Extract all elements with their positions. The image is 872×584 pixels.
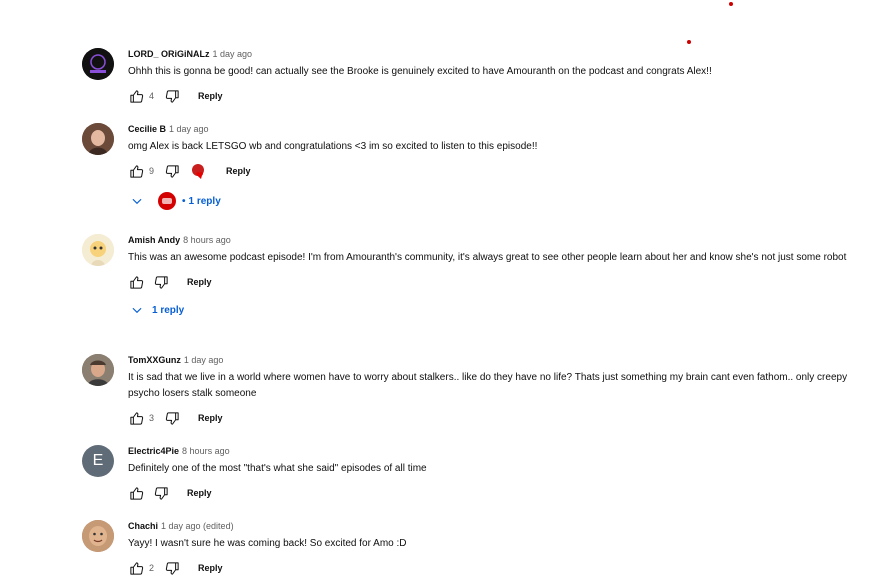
like-icon[interactable] — [128, 410, 144, 426]
like-count: 3 — [149, 413, 155, 423]
view-replies-button[interactable]: • 1 reply — [130, 191, 862, 211]
reply-author-avatar — [158, 192, 176, 210]
chevron-down-icon — [132, 307, 142, 314]
reply-button[interactable]: Reply — [198, 563, 223, 573]
reply-button[interactable]: Reply — [187, 277, 212, 287]
dislike-icon[interactable] — [153, 485, 169, 501]
reply-button[interactable]: Reply — [226, 166, 251, 176]
dislike-icon[interactable] — [153, 274, 169, 290]
like-count: 4 — [149, 91, 155, 101]
comment-text: Ohhh this is gonna be good! can actually… — [128, 66, 712, 77]
reply-button[interactable]: Reply — [198, 91, 223, 101]
comment-text: It is sad that we live in a world where … — [128, 372, 848, 399]
avatar[interactable]: E — [82, 445, 114, 477]
avatar[interactable] — [82, 234, 114, 266]
comment-time[interactable]: 1 day ago — [213, 49, 253, 59]
dislike-icon[interactable] — [164, 163, 180, 179]
decorative-dot — [729, 2, 733, 6]
dislike-icon[interactable] — [164, 560, 180, 576]
avatar[interactable] — [82, 354, 114, 386]
avatar[interactable] — [82, 48, 114, 80]
view-replies-button[interactable]: 1 reply — [130, 300, 862, 320]
like-icon[interactable] — [128, 163, 144, 179]
comment-text: Yayy! I wasn't sure he was coming back! … — [128, 538, 407, 549]
comment-author[interactable]: Electric4Pie — [128, 446, 179, 456]
comment-text: This was an awesome podcast episode! I'm… — [128, 252, 847, 263]
like-count: 2 — [149, 563, 155, 573]
like-icon[interactable] — [128, 560, 144, 576]
like-count: 9 — [149, 166, 155, 176]
comment-time[interactable]: 1 day ago — [184, 355, 224, 365]
replies-count: 1 reply — [152, 304, 185, 316]
comment-author[interactable]: Cecilie B — [128, 124, 166, 134]
reply-button[interactable]: Reply — [198, 413, 223, 423]
comment-time[interactable]: 8 hours ago — [183, 235, 231, 245]
dislike-icon[interactable] — [164, 88, 180, 104]
comment-author[interactable]: LORD_ ORiGiNALz — [128, 49, 210, 59]
like-icon[interactable] — [128, 274, 144, 290]
comment-author[interactable]: Amish Andy — [128, 235, 180, 245]
avatar[interactable] — [82, 123, 114, 155]
comment-text: omg Alex is back LETSGO wb and congratul… — [128, 141, 538, 152]
comment-time[interactable]: 1 day ago — [169, 124, 209, 134]
creator-heart-icon — [190, 162, 208, 180]
reply-button[interactable]: Reply — [187, 488, 212, 498]
decorative-dot — [687, 40, 691, 44]
chevron-down-icon — [132, 198, 142, 205]
comment-time[interactable]: 8 hours ago — [182, 446, 230, 456]
avatar[interactable] — [82, 520, 114, 552]
comment-text: Definitely one of the most "that's what … — [128, 463, 427, 474]
comment-author[interactable]: TomXXGunz — [128, 355, 181, 365]
dislike-icon[interactable] — [164, 410, 180, 426]
comment-author[interactable]: Chachi — [128, 521, 158, 531]
replies-count: 1 reply — [188, 195, 221, 207]
like-icon[interactable] — [128, 485, 144, 501]
like-icon[interactable] — [128, 88, 144, 104]
comment-time[interactable]: 1 day ago (edited) — [161, 521, 234, 531]
avatar-letter: E — [92, 452, 104, 469]
